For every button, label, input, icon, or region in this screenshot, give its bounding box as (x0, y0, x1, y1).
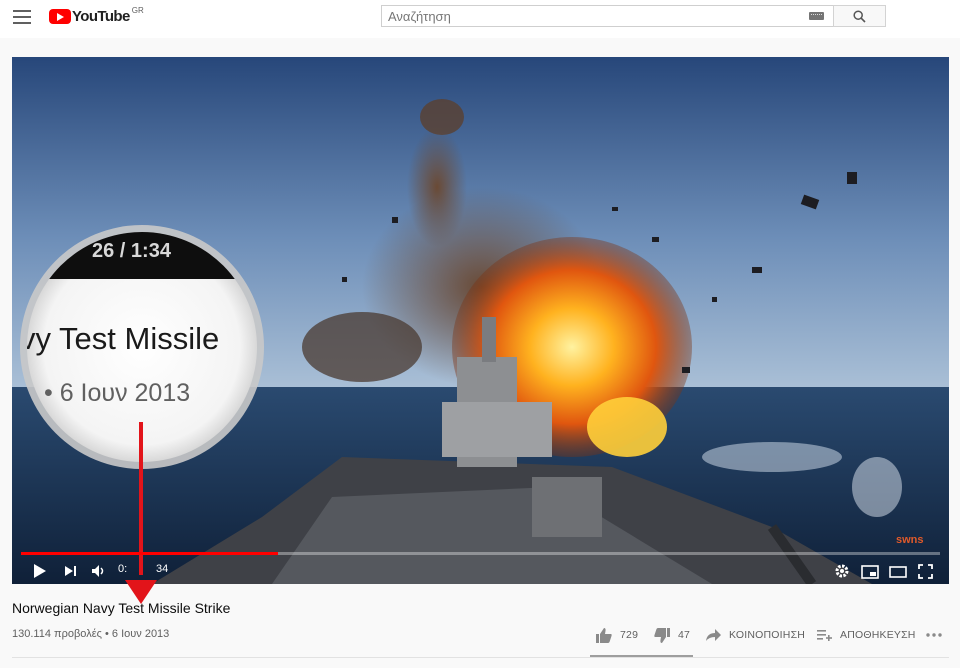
like-ratio-fill (590, 655, 687, 657)
share-label: ΚΟΙΝΟΠΟΙΗΣΗ (729, 629, 806, 641)
share-button[interactable]: ΚΟΙΝΟΠΟΙΗΣΗ (706, 624, 805, 646)
dislike-count: 47 (678, 629, 691, 641)
save-button[interactable]: ΑΠΟΘΗΚΕΥΣΗ (817, 624, 916, 646)
save-label: ΑΠΟΘΗΚΕΥΣΗ (840, 629, 916, 641)
thumbs-down-icon (654, 627, 670, 643)
annotation-arrowhead (125, 580, 157, 604)
more-actions-button[interactable] (926, 624, 942, 646)
view-count: 130.114 προβολές (12, 628, 102, 640)
meta-separator: • (104, 628, 109, 640)
share-arrow-icon (706, 629, 721, 641)
video-title: Norwegian Navy Test Missile Strike (12, 600, 231, 616)
video-meta: 130.114 προβολές • 6 Ιουν 2013 (12, 628, 169, 640)
like-button[interactable]: 729 (596, 624, 638, 646)
more-horizontal-icon (926, 633, 942, 637)
divider (12, 657, 949, 658)
dislike-button[interactable]: 47 (654, 624, 690, 646)
publish-date: 6 Ιουν 2013 (111, 628, 170, 640)
like-ratio-bar (590, 655, 693, 657)
add-to-playlist-icon (817, 630, 832, 641)
thumbs-up-icon (596, 627, 612, 643)
like-count: 729 (620, 629, 639, 641)
